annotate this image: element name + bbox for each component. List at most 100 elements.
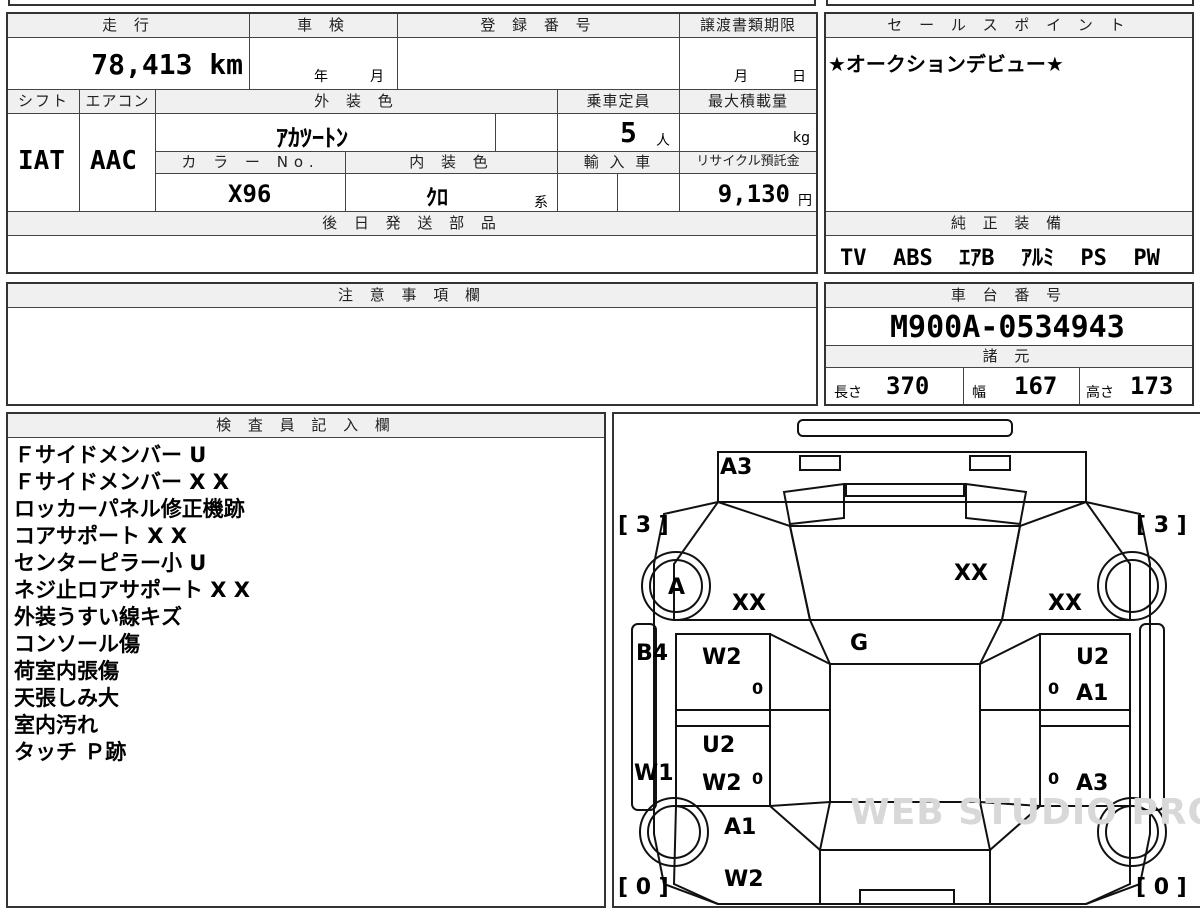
mark-left-rear-quarter: A1 xyxy=(724,815,756,840)
inspector-note: コンソール傷 xyxy=(14,632,140,656)
tread-rear-right: [ 0 ] xyxy=(1136,875,1187,900)
recycle-unit: 円 xyxy=(798,193,812,209)
inspection-month: 月 xyxy=(370,69,384,85)
top-strip xyxy=(8,0,816,6)
shift-cell: IAT xyxy=(8,114,80,212)
caution-cell xyxy=(8,308,816,404)
recycle-value: 9,130 xyxy=(717,180,790,208)
color-no-value: X96 xyxy=(228,180,272,208)
mileage-cell: 78,413 km xyxy=(8,38,250,90)
inspector-box: 検 査 員 記 入 欄 Ｆサイドメンバー U Ｆサイドメンバー X X ロッカー… xyxy=(6,412,606,908)
tread-front-right: [ 3 ] xyxy=(1136,513,1187,538)
later-parts-cell xyxy=(8,236,816,272)
equipment-items: TV ABS ｴｱB ｱﾙﾐ PS PW xyxy=(840,246,1160,271)
mark-top-front: A3 xyxy=(720,455,752,480)
chassis-header: 車 台 番 号 xyxy=(826,284,1192,308)
width-value: 167 xyxy=(1014,372,1058,400)
mark-windshield: G xyxy=(850,631,868,656)
length-label: 長さ xyxy=(834,385,862,401)
inspector-note: ネジ止ロアサポート X X xyxy=(14,578,251,602)
inspector-note: コアサポート X X xyxy=(14,524,188,548)
mark-left-front-door: W2 xyxy=(702,645,742,670)
mark-hood: XX xyxy=(954,561,988,586)
mark-left-rear-bottom: W2 xyxy=(724,867,764,892)
sales-point-cell: ★オークションデビュー★ xyxy=(826,38,1192,212)
exterior-color-header: 外 装 色 xyxy=(156,90,558,114)
chassis-cell: M900A-0534943 xyxy=(826,308,1192,346)
registration-header: 登 録 番 号 xyxy=(398,14,680,38)
transfer-header: 譲渡書類期限 xyxy=(680,14,816,38)
capacity-cell: 5 人 xyxy=(558,114,680,152)
width-label: 幅 xyxy=(972,385,986,401)
chassis-box: 車 台 番 号 M900A-0534943 諸 元 長さ 370 幅 167 高… xyxy=(824,282,1194,406)
length-cell: 長さ 370 xyxy=(826,368,964,404)
capacity-value: 5 xyxy=(620,116,637,149)
door-zero: 0 xyxy=(1048,679,1059,698)
import-cell-b xyxy=(618,174,680,212)
inspection-cell: 年 月 xyxy=(250,38,398,90)
sales-point-header: セ ー ル ス ポ イ ン ト xyxy=(826,14,1192,38)
mark-left-pillar: B4 xyxy=(636,641,668,666)
caution-header: 注 意 事 項 欄 xyxy=(8,284,816,308)
tread-rear-left: [ 0 ] xyxy=(618,875,669,900)
caution-box: 注 意 事 項 欄 xyxy=(6,282,818,406)
mark-right-front-door: U2 xyxy=(1076,645,1109,670)
import-cell-a xyxy=(558,174,618,212)
exterior-color-cell: ｱｶﾂｰﾄﾝ xyxy=(156,114,496,152)
chassis-value: M900A-0534943 xyxy=(890,310,1125,345)
recycle-header: リサイクル預託金 xyxy=(680,152,816,174)
exterior-color-extra xyxy=(496,114,558,152)
mark-right-rear-door: A3 xyxy=(1076,771,1108,796)
color-no-header: カ ラ ー No. xyxy=(156,152,346,174)
shift-header: シフト xyxy=(8,90,80,114)
color-no-cell: X96 xyxy=(156,174,346,212)
later-parts-header: 後 日 発 送 部 品 xyxy=(8,212,816,236)
max-load-unit: kg xyxy=(793,130,810,146)
mark-left-rocker: W1 xyxy=(634,761,674,786)
aircon-header: エアコン xyxy=(80,90,156,114)
transfer-day: 日 xyxy=(792,69,806,85)
door-zero: 0 xyxy=(752,769,763,788)
mileage-value: 78,413 km xyxy=(91,48,243,81)
sales-point-box: セ ー ル ス ポ イ ン ト ★オークションデビュー★ 純 正 装 備 TV … xyxy=(824,12,1194,274)
length-value: 370 xyxy=(886,372,930,400)
door-zero: 0 xyxy=(752,679,763,698)
mark-right-fender: XX xyxy=(1048,591,1082,616)
mark-left-tire: A xyxy=(668,575,685,600)
interior-color-value: ｸﾛ xyxy=(426,186,449,211)
inspector-note: 天張しみ大 xyxy=(14,686,119,710)
inspection-header: 車 検 xyxy=(250,14,398,38)
exterior-color-value: ｱｶﾂｰﾄﾝ xyxy=(276,124,348,152)
capacity-header: 乗車定員 xyxy=(558,90,680,114)
top-strip-right xyxy=(826,0,1194,6)
door-zero: 0 xyxy=(1048,769,1059,788)
inspector-header: 検 査 員 記 入 欄 xyxy=(8,414,604,438)
equipment-cell: TV ABS ｴｱB ｱﾙﾐ PS PW xyxy=(826,236,1192,272)
recycle-cell: 9,130 円 xyxy=(680,174,816,212)
height-label: 高さ xyxy=(1086,385,1114,401)
interior-color-suffix: 系 xyxy=(534,195,548,211)
max-load-header: 最大積載量 xyxy=(680,90,816,114)
inspector-note: ロッカーパネル修正機跡 xyxy=(14,497,245,521)
height-cell: 高さ 173 xyxy=(1080,368,1192,404)
height-value: 173 xyxy=(1130,372,1174,400)
inspector-note: Ｆサイドメンバー X X xyxy=(14,470,230,494)
inspector-note: タッチ Ｐ跡 xyxy=(14,740,127,764)
inspector-note: 室内汚れ xyxy=(14,713,98,737)
mark-right-front-door-2: A1 xyxy=(1076,681,1108,706)
import-header: 輸 入 車 xyxy=(558,152,680,174)
vehicle-info-box: 走 行 車 検 登 録 番 号 譲渡書類期限 78,413 km 年 月 月 日… xyxy=(6,12,818,274)
registration-cell xyxy=(398,38,680,90)
aircon-cell: AAC xyxy=(80,114,156,212)
equipment-header: 純 正 装 備 xyxy=(826,212,1192,236)
sales-point-text: ★オークションデビュー★ xyxy=(828,52,1064,76)
transfer-cell: 月 日 xyxy=(680,38,816,90)
inspector-note: 荷室内張傷 xyxy=(14,659,119,683)
tread-front-left: [ 3 ] xyxy=(618,513,669,538)
aircon-value: AAC xyxy=(90,146,137,176)
interior-color-header: 内 装 色 xyxy=(346,152,558,174)
inspector-note: 外装うすい線キズ xyxy=(14,605,182,629)
watermark: WEB STUDIO PRO xyxy=(850,792,1200,833)
mark-left-fender: XX xyxy=(732,591,766,616)
transfer-month: 月 xyxy=(734,69,748,85)
